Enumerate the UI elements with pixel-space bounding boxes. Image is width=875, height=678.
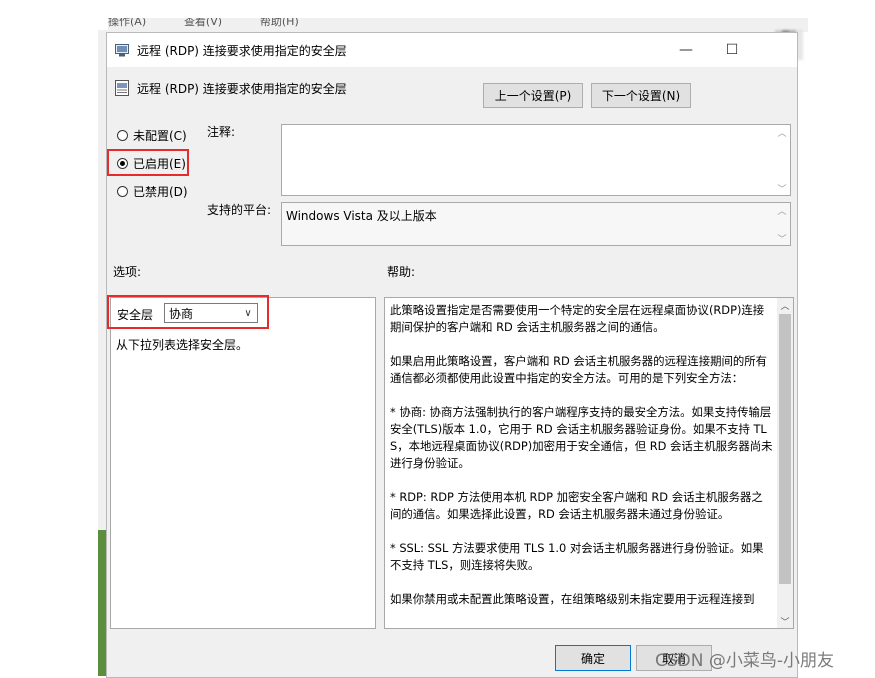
help-scrollbar[interactable]: ︿ ﹀ (777, 298, 793, 628)
scroll-up-icon[interactable]: ︿ (774, 125, 790, 139)
window-title: 远程 (RDP) 连接要求使用指定的安全层 (137, 44, 347, 58)
radio-label: 已启用(E) (133, 156, 186, 171)
comment-scrollbar[interactable]: ︿ ﹀ (774, 125, 790, 195)
next-setting-button[interactable]: 下一个设置(N) (591, 83, 691, 108)
background-menu-item: 查看(V) (183, 18, 223, 28)
platform-label: 支持的平台: (207, 203, 272, 217)
scroll-up-icon[interactable]: ︿ (774, 203, 790, 217)
help-paragraph: * 协商: 协商方法强制执行的客户端程序支持的最安全方法。如果支持传输层安全(T… (390, 405, 773, 470)
background-desktop-edge (98, 530, 106, 676)
radio-indicator (117, 185, 128, 197)
policy-page-icon (115, 80, 129, 96)
platform-field: Windows Vista 及以上版本 ︿ ﹀ (281, 202, 791, 246)
policy-title: 远程 (RDP) 连接要求使用指定的安全层 (137, 82, 347, 96)
radio-not-configured[interactable]: 未配置(C) (117, 125, 217, 145)
help-paragraph: * RDP: RDP 方法使用本机 RDP 加密安全客户端和 RD 会话主机服务… (390, 490, 763, 521)
radio-indicator (117, 129, 128, 141)
options-hint: 从下拉列表选择安全层。 (116, 338, 249, 352)
highlight-box-security-layer (107, 295, 269, 329)
policy-setting-icon (115, 44, 129, 57)
help-paragraph: 如果你禁用或未配置此策略设置，在组策略级别未指定要用于远程连接到 (390, 592, 755, 606)
help-paragraph: * SSL: SSL 方法要求使用 TLS 1.0 对会话主机服务器进行身份验证… (390, 541, 764, 572)
ok-button[interactable]: 确定 (555, 645, 631, 671)
options-panel: 安全层 协商 ∨ 从下拉列表选择安全层。 (110, 297, 376, 629)
platform-value: Windows Vista 及以上版本 (286, 209, 437, 223)
background-menu-item: 帮助(H) (259, 18, 299, 28)
policy-dialog: 远程 (RDP) 连接要求使用指定的安全层 — ☐ 远程 (RDP) 连接要求使… (106, 32, 798, 678)
scroll-down-icon[interactable]: ﹀ (777, 614, 793, 628)
title-bar: 远程 (RDP) 连接要求使用指定的安全层 — ☐ (107, 33, 797, 67)
platform-scrollbar[interactable]: ︿ ﹀ (774, 203, 790, 245)
help-heading: 帮助: (387, 265, 416, 279)
minimize-icon: — (679, 42, 693, 58)
scroll-down-icon[interactable]: ﹀ (774, 231, 790, 245)
background-menu-item: 操作(A) (108, 18, 147, 28)
radio-label: 已禁用(D) (133, 184, 188, 199)
help-paragraph: 如果启用此策略设置，客户端和 RD 会话主机服务器的远程连接期间的所有通信都必须… (390, 354, 768, 385)
watermark: CSDN @小菜鸟-小朋友 (655, 651, 835, 671)
previous-setting-button[interactable]: 上一个设置(P) (483, 83, 583, 108)
background-menubar: 操作(A) 查看(V) 帮助(H) (108, 18, 808, 32)
radio-label: 未配置(C) (133, 128, 187, 143)
help-text: 此策略设置指定是否需要使用一个特定的安全层在远程桌面协议(RDP)连接期间保护的… (390, 302, 774, 625)
radio-indicator (117, 157, 128, 169)
radio-disabled[interactable]: 已禁用(D) (117, 181, 217, 201)
help-scrollbar-thumb[interactable] (779, 314, 791, 584)
maximize-icon: ☐ (725, 42, 739, 58)
options-heading: 选项: (113, 265, 142, 279)
radio-enabled[interactable]: 已启用(E) (117, 153, 217, 173)
help-panel: 此策略设置指定是否需要使用一个特定的安全层在远程桌面协议(RDP)连接期间保护的… (384, 297, 794, 629)
minimize-button[interactable]: — (663, 36, 709, 64)
maximize-button[interactable]: ☐ (709, 36, 755, 64)
scroll-down-icon[interactable]: ﹀ (774, 181, 790, 195)
comment-textarea[interactable]: ︿ ﹀ (281, 124, 791, 196)
help-paragraph: 此策略设置指定是否需要使用一个特定的安全层在远程桌面协议(RDP)连接期间保护的… (390, 303, 765, 334)
comment-label: 注释: (207, 125, 236, 139)
scroll-up-icon[interactable]: ︿ (777, 298, 793, 312)
